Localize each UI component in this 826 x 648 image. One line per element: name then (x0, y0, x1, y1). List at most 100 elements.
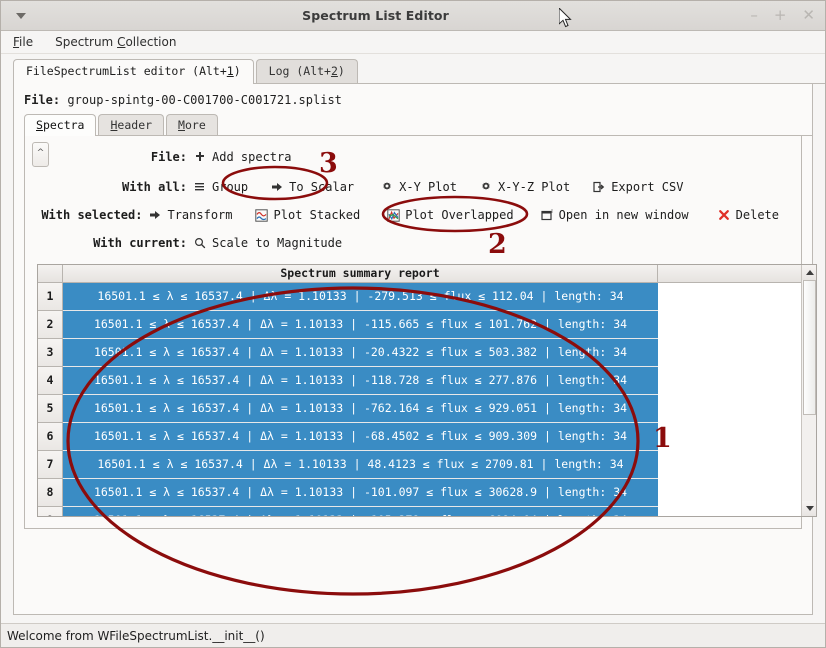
title-bar: Spectrum List Editor – + ✕ (1, 1, 825, 31)
row-filler (658, 507, 816, 516)
triangle-up-icon (805, 270, 814, 275)
action-row-file: File: Add spectra (25, 144, 801, 170)
scroll-up-button[interactable] (802, 265, 816, 280)
action-scale-to-magnitude-label: Scale to Magnitude (212, 236, 343, 250)
row-filler (658, 479, 816, 507)
action-row-with-selected: With selected: Transform Plot Stacked Pl… (25, 202, 801, 228)
action-transform-label: Transform (167, 208, 233, 222)
action-delete-label: Delete (735, 208, 779, 222)
action-open-in-new-window-label: Open in new window (558, 208, 689, 222)
row-filler (658, 395, 816, 423)
row-summary[interactable]: 16501.1 ≤ λ ≤ 16537.4 | Δλ = 1.10133 | -… (63, 507, 658, 516)
file-path-line: File: group-spintg-00-C001700-C001721.sp… (14, 84, 812, 113)
minimize-button[interactable]: – (750, 8, 758, 23)
maximize-button[interactable]: + (774, 8, 787, 23)
row-filler (658, 339, 816, 367)
row-number: 6 (38, 423, 63, 451)
caret-down-icon (16, 12, 26, 19)
action-to-scalar-label: To Scalar (289, 180, 355, 194)
row-summary[interactable]: 16501.1 ≤ λ ≤ 16537.4 | Δλ = 1.10133 | -… (63, 479, 658, 507)
menu-item-file-rest: ile (19, 35, 34, 49)
action-open-in-new-window[interactable]: Open in new window (540, 208, 689, 222)
action-row-items: Scale to Magnitude (193, 236, 364, 250)
row-filler (658, 283, 816, 311)
tab-filespectrumlist-editor[interactable]: FileSpectrumList editor (Alt+1) (13, 59, 254, 84)
action-plot-overlapped-label: Plot Overlapped (405, 208, 514, 222)
action-row-label: With all: (121, 180, 187, 194)
table-row[interactable]: 1 16501.1 ≤ λ ≤ 16537.4 | Δλ = 1.10133 |… (38, 283, 816, 311)
table-row[interactable]: 3 16501.1 ≤ λ ≤ 16537.4 | Δλ = 1.10133 |… (38, 339, 816, 367)
new-window-icon (540, 208, 554, 222)
table-body[interactable]: 1 16501.1 ≤ λ ≤ 16537.4 | Δλ = 1.10133 |… (38, 283, 816, 516)
table-column-header: Spectrum summary report (63, 265, 658, 282)
action-plot-stacked-label: Plot Stacked (273, 208, 361, 222)
table-row[interactable]: 5 16501.1 ≤ λ ≤ 16537.4 | Δλ = 1.10133 |… (38, 395, 816, 423)
row-summary[interactable]: 16501.1 ≤ λ ≤ 16537.4 | Δλ = 1.10133 | -… (63, 395, 658, 423)
table-row[interactable]: 6 16501.1 ≤ λ ≤ 16537.4 | Δλ = 1.10133 |… (38, 423, 816, 451)
spectrum-list-editor-window: Spectrum List Editor – + ✕ File Spectrum… (0, 0, 826, 648)
action-row-with-all: With all: Group To Scalar X-Y Plot X-Y-Z… (25, 174, 801, 200)
menu-bar: File Spectrum Collection (1, 31, 825, 54)
status-text: Welcome from WFileSpectrumList.__init__(… (7, 628, 265, 643)
action-delete[interactable]: Delete (717, 208, 779, 222)
action-xyz-plot-label: X-Y-Z Plot (497, 180, 571, 194)
close-button[interactable]: ✕ (802, 8, 815, 23)
tab-more[interactable]: More (166, 114, 218, 136)
row-summary[interactable]: 16501.1 ≤ λ ≤ 16537.4 | Δλ = 1.10133 | -… (63, 367, 658, 395)
inner-tab-underline (24, 135, 812, 136)
table-header-filler (658, 265, 816, 282)
action-group[interactable]: Group (193, 180, 248, 194)
list-lines-icon (193, 180, 207, 194)
action-xyz-plot[interactable]: X-Y-Z Plot (479, 180, 570, 194)
collapse-toolbar-button[interactable]: ^ (32, 142, 49, 167)
plus-cross-icon (193, 150, 207, 164)
window-controls: – + ✕ (710, 8, 825, 23)
file-label: File: (24, 93, 61, 107)
gear-icon (479, 180, 493, 194)
action-export-csv[interactable]: Export CSV (592, 180, 683, 194)
table-row[interactable]: 4 16501.1 ≤ λ ≤ 16537.4 | Δλ = 1.10133 |… (38, 367, 816, 395)
window-menu-button[interactable] (1, 12, 41, 19)
action-group-label: Group (212, 180, 249, 194)
row-summary[interactable]: 16501.1 ≤ λ ≤ 16537.4 | Δλ = 1.10133 | -… (63, 423, 658, 451)
row-number: 3 (38, 339, 63, 367)
table-row[interactable]: 7 16501.1 ≤ λ ≤ 16537.4 | Δλ = 1.10133 |… (38, 451, 816, 479)
row-summary[interactable]: 16501.1 ≤ λ ≤ 16537.4 | Δλ = 1.10133 | 4… (63, 451, 658, 479)
tab-spectra[interactable]: Spectra (24, 114, 97, 136)
action-plot-overlapped[interactable]: Plot Overlapped (386, 208, 514, 222)
gear-icon (380, 180, 394, 194)
row-summary[interactable]: 16501.1 ≤ λ ≤ 16537.4 | Δλ = 1.10133 | -… (63, 283, 658, 311)
menu-item-file[interactable]: File (11, 35, 35, 49)
table-row[interactable]: 9 16501.1 ≤ λ ≤ 16537.4 | Δλ = 1.10133 |… (38, 507, 816, 516)
action-row-label: File: (150, 150, 187, 164)
action-scale-to-magnitude[interactable]: Scale to Magnitude (193, 236, 342, 250)
row-number: 5 (38, 395, 63, 423)
scrollbar-thumb[interactable] (803, 280, 816, 415)
action-row-label: With current: (93, 236, 187, 250)
scroll-down-button[interactable] (802, 501, 816, 516)
row-summary[interactable]: 16501.1 ≤ λ ≤ 16537.4 | Δλ = 1.10133 | -… (63, 339, 658, 367)
action-row-label: With selected: (41, 208, 143, 222)
row-filler (658, 423, 816, 451)
table-row[interactable]: 8 16501.1 ≤ λ ≤ 16537.4 | Δλ = 1.10133 |… (38, 479, 816, 507)
row-summary[interactable]: 16501.1 ≤ λ ≤ 16537.4 | Δλ = 1.10133 | -… (63, 311, 658, 339)
tab-log[interactable]: Log (Alt+2) (255, 59, 358, 84)
menu-item-spectrum-collection[interactable]: Spectrum Collection (53, 35, 178, 49)
magnifier-icon (193, 236, 207, 250)
action-transform[interactable]: Transform (148, 208, 233, 222)
spectra-tab-content: ^ File: Add spectra With all: Group To S… (24, 136, 817, 529)
triangle-down-icon (805, 506, 814, 511)
table-vertical-scrollbar[interactable] (801, 265, 816, 516)
row-number: 7 (38, 451, 63, 479)
tab-header[interactable]: Header (98, 114, 165, 136)
action-add-spectra[interactable]: Add spectra (193, 150, 291, 164)
red-x-icon (717, 208, 731, 222)
action-row-items: Add spectra (193, 150, 313, 164)
action-row-items: Group To Scalar X-Y Plot X-Y-Z Plot Expo… (193, 180, 705, 194)
action-xy-plot[interactable]: X-Y Plot (380, 180, 457, 194)
action-plot-stacked[interactable]: Plot Stacked (255, 208, 361, 222)
action-to-scalar[interactable]: To Scalar (270, 180, 354, 194)
table-row[interactable]: 2 16501.1 ≤ λ ≤ 16537.4 | Δλ = 1.10133 |… (38, 311, 816, 339)
row-number: 1 (38, 283, 63, 311)
row-filler (658, 311, 816, 339)
